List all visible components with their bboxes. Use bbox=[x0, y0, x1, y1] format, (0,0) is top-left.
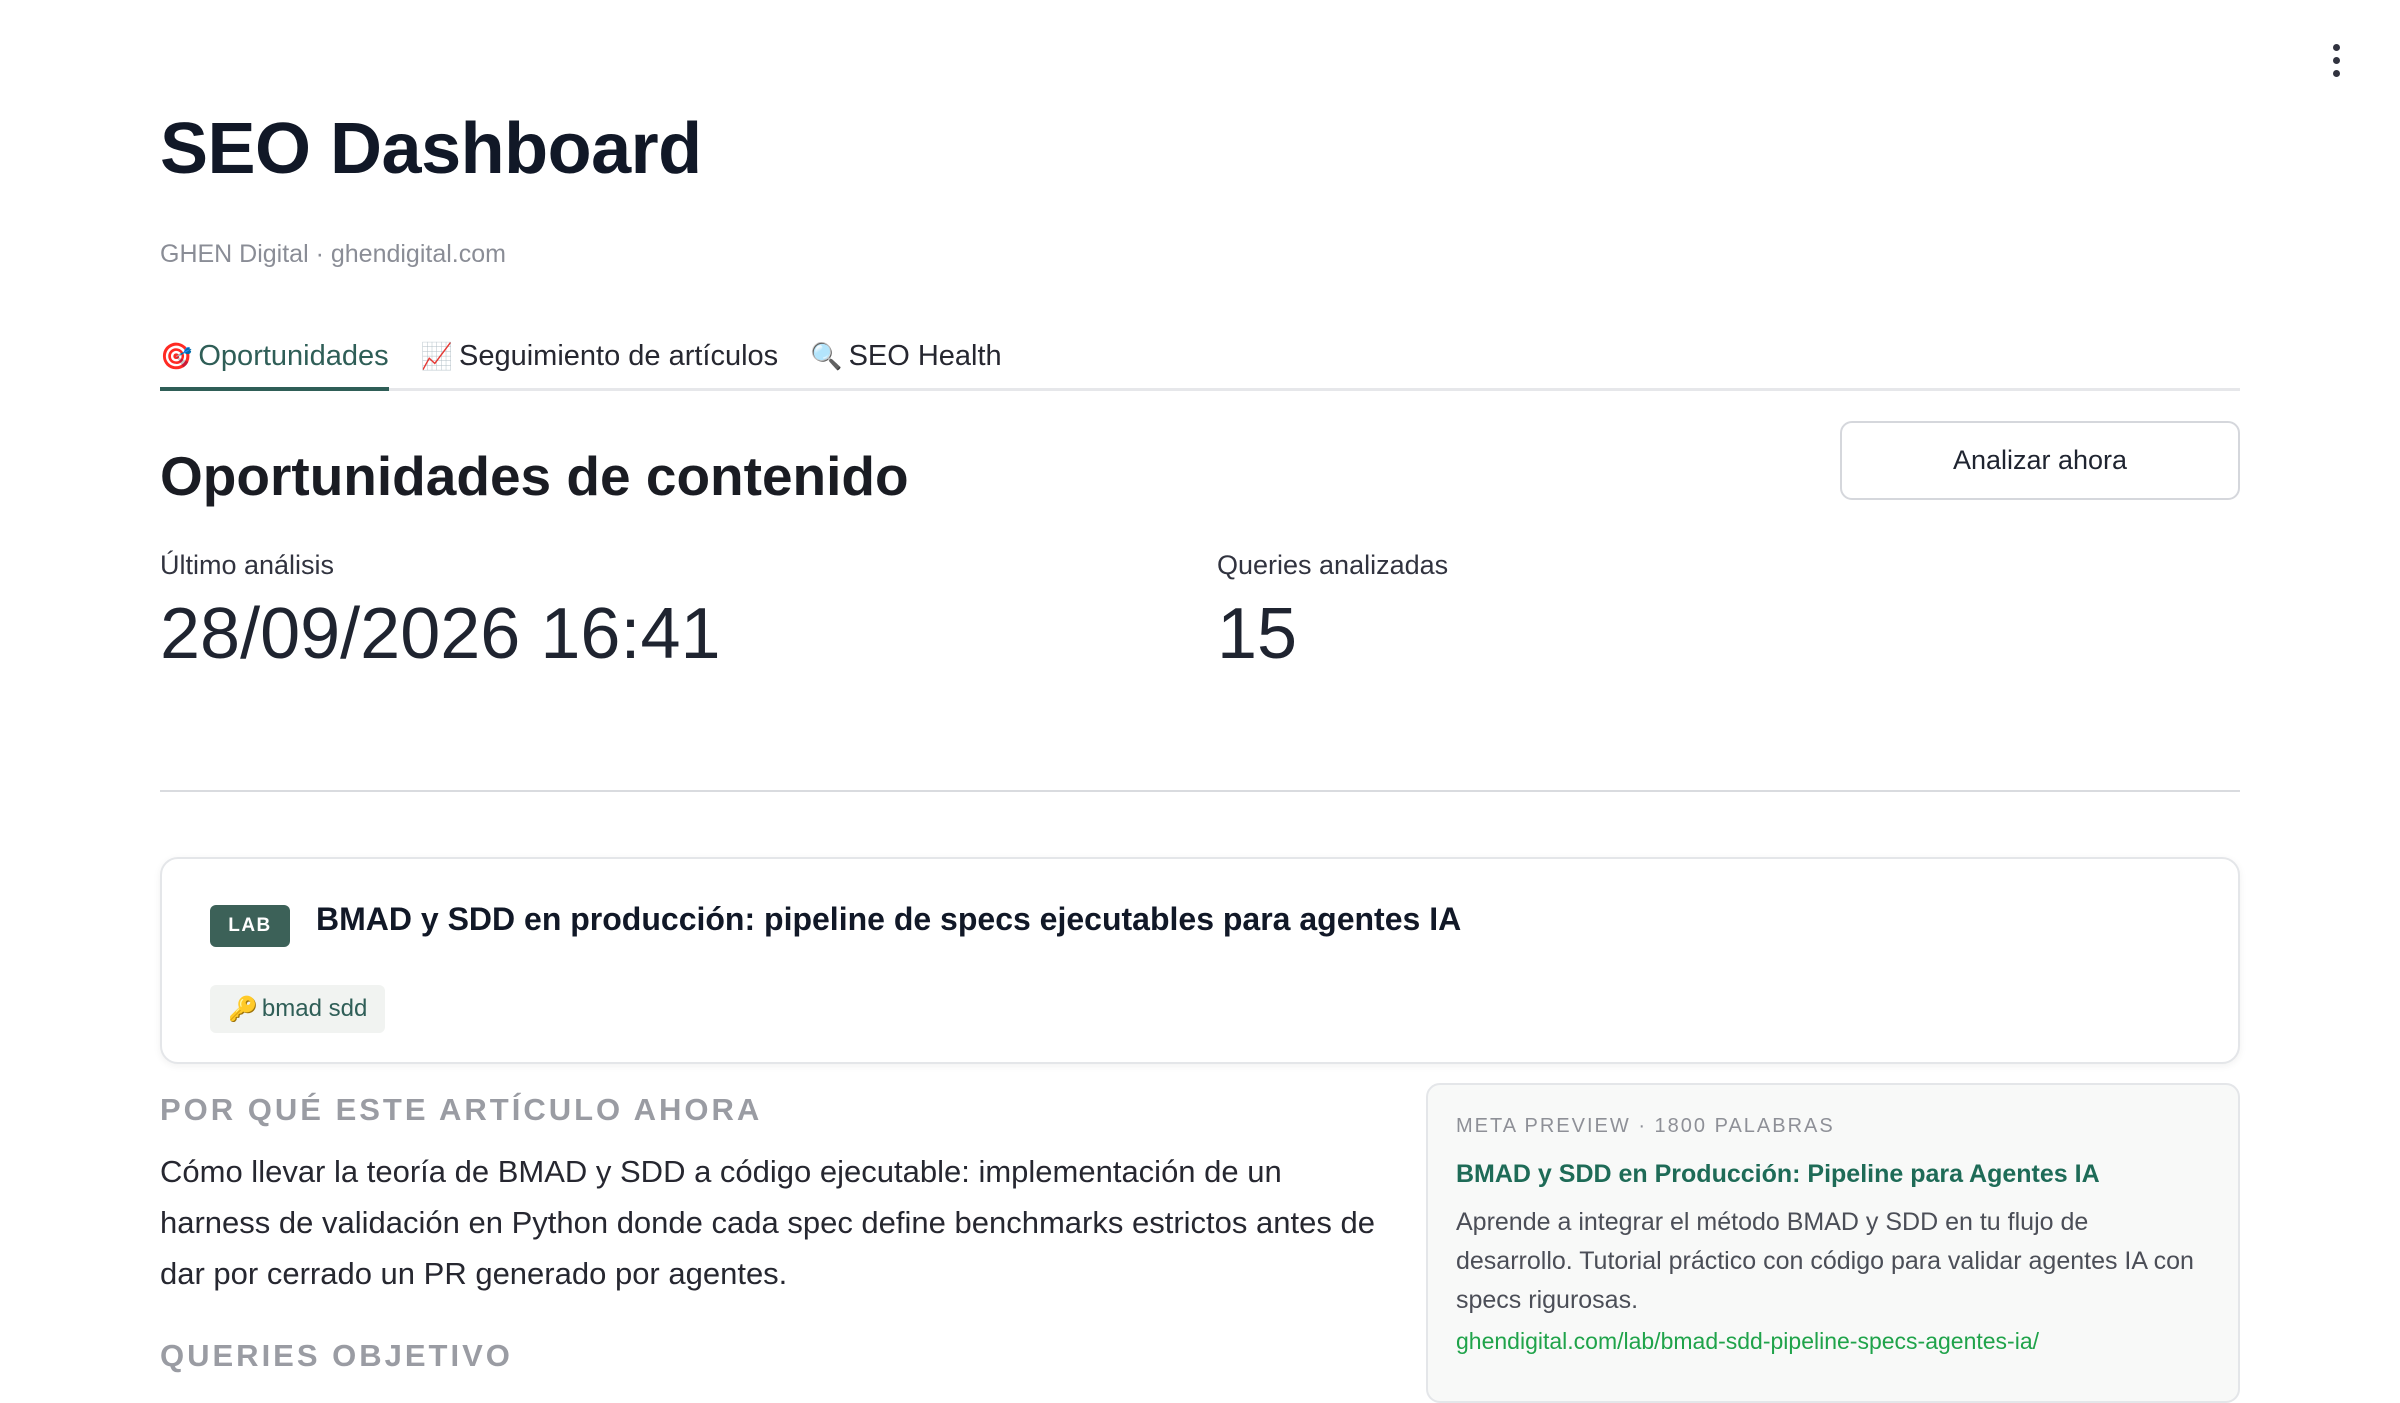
meta-url-link[interactable]: ghendigital.com/lab/bmad-sdd-pipeline-sp… bbox=[1456, 1328, 2210, 1355]
vertical-dots-icon bbox=[2332, 69, 2340, 77]
page-title: SEO Dashboard bbox=[160, 109, 702, 189]
keyword-text: bmad sdd bbox=[261, 995, 368, 1022]
meta-description: Aprende a integrar el método BMAD y SDD … bbox=[1456, 1208, 2194, 1314]
metric-queries-analyzed: Queries analizadas 15 bbox=[1217, 550, 1448, 674]
key-icon: 🔑 bbox=[228, 995, 258, 1023]
category-badge: LAB bbox=[210, 905, 290, 947]
article-card: LAB BMAD y SDD en producción: pipeline d… bbox=[160, 857, 2240, 1064]
analyze-now-button[interactable]: Analizar ahora bbox=[1840, 421, 2240, 500]
vertical-dots-icon bbox=[2332, 43, 2340, 51]
tab-bar: 🎯 Oportunidades 📈 Seguimiento de artícul… bbox=[160, 322, 2240, 391]
why-heading: POR QUÉ ESTE ARTÍCULO AHORA bbox=[160, 1092, 763, 1127]
vertical-dots-icon bbox=[2332, 56, 2340, 64]
divider bbox=[160, 790, 2240, 792]
tab-seguimiento-articulos[interactable]: 📈 Seguimiento de artículos bbox=[421, 322, 779, 388]
chart-increasing-icon: 📈 bbox=[420, 340, 453, 371]
meta-preview: META PREVIEW · 1800 PALABRAS BMAD y SDD … bbox=[1426, 1083, 2240, 1403]
magnifier-icon: 🔍 bbox=[810, 340, 843, 371]
article-title: BMAD y SDD en producción: pipeline de sp… bbox=[316, 901, 1462, 937]
tab-oportunidades[interactable]: 🎯 Oportunidades bbox=[160, 322, 389, 391]
section-title: Oportunidades de contenido bbox=[160, 445, 909, 507]
keyword-chip: 🔑 bmad sdd bbox=[210, 985, 386, 1033]
page-caption: GHEN Digital · ghendigital.com bbox=[160, 240, 506, 268]
metric-label: Último análisis bbox=[160, 550, 335, 580]
why-text: Cómo llevar la teoría de BMAD y SDD a có… bbox=[160, 1154, 1375, 1291]
target-icon: 🎯 bbox=[160, 340, 193, 371]
metric-value: 28/09/2026 16:41 bbox=[160, 594, 721, 674]
queries-heading: QUERIES OBJETIVO bbox=[160, 1338, 513, 1373]
tab-label: SEO Health bbox=[848, 339, 1002, 372]
meta-title-link[interactable]: BMAD y SDD en Producción: Pipeline para … bbox=[1456, 1160, 2210, 1189]
metric-value: 15 bbox=[1217, 594, 1298, 674]
meta-label: META PREVIEW · 1800 PALABRAS bbox=[1456, 1115, 1835, 1137]
main-menu-button[interactable] bbox=[2322, 40, 2350, 80]
metric-last-analysis: Último análisis 28/09/2026 16:41 bbox=[160, 550, 721, 674]
tab-label: Seguimiento de artículos bbox=[459, 339, 779, 372]
tab-seo-health[interactable]: 🔍 SEO Health bbox=[810, 322, 1002, 388]
metric-label: Queries analizadas bbox=[1217, 550, 1449, 580]
tab-label: Oportunidades bbox=[198, 339, 389, 372]
